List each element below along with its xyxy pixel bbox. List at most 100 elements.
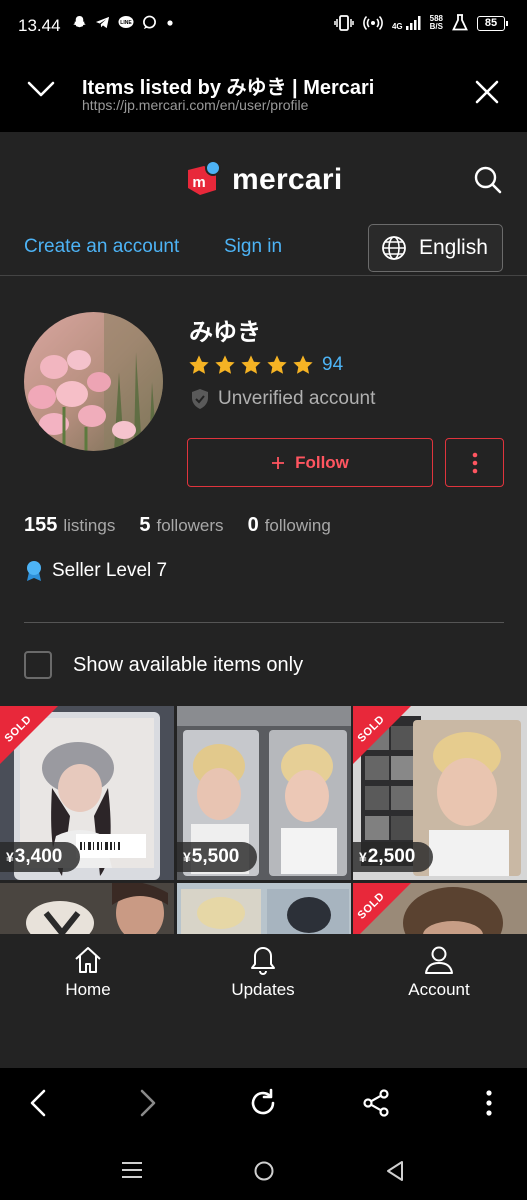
signal-indicator: 4G xyxy=(392,15,421,31)
profile-stats: 155 listings 5 followers 0 following xyxy=(24,514,331,537)
language-label: English xyxy=(419,236,488,259)
back-triangle-icon[interactable] xyxy=(385,1160,405,1182)
search-icon[interactable] xyxy=(473,165,503,195)
hotspot-icon xyxy=(363,15,383,31)
create-account-link[interactable]: Create an account xyxy=(24,236,179,258)
globe-icon xyxy=(382,236,406,260)
close-icon[interactable] xyxy=(475,80,499,104)
nav-account[interactable]: Account xyxy=(379,944,499,1000)
sold-badge: SOLD xyxy=(353,883,411,936)
browser-toolbar xyxy=(0,1068,527,1140)
data-speed: 588 B/S xyxy=(430,15,443,31)
item-tile[interactable] xyxy=(177,883,351,936)
item-tile[interactable]: SOLD ¥2,500 xyxy=(353,706,527,880)
recent-apps-icon[interactable] xyxy=(121,1160,143,1180)
verification-label: Unverified account xyxy=(218,388,376,409)
item-tile[interactable]: SOLD ¥3,400 xyxy=(0,706,174,880)
item-price: ¥2,500 xyxy=(353,842,434,872)
more-vertical-icon xyxy=(472,452,477,473)
nav-updates-label: Updates xyxy=(231,980,295,999)
available-only-filter[interactable]: Show available items only xyxy=(24,651,303,679)
more-vertical-icon[interactable] xyxy=(484,1088,494,1118)
back-arrow-icon[interactable] xyxy=(26,1088,50,1118)
items-grid: SOLD ¥3,400 ¥5,500 SOLD ¥2,500 SOLD xyxy=(0,706,527,936)
system-status-icons: 4G 588 B/S 85 xyxy=(334,14,508,32)
vibrate-icon xyxy=(334,15,354,31)
page-title: Items listed by みゆき | Mercari xyxy=(82,77,375,99)
stat-followers[interactable]: 5 followers xyxy=(139,514,223,537)
logo-text: mercari xyxy=(232,163,343,196)
refresh-icon[interactable] xyxy=(248,1088,278,1118)
stat-label: following xyxy=(264,516,331,535)
sold-badge: SOLD xyxy=(353,706,411,764)
item-tile[interactable] xyxy=(0,883,174,936)
badge-ribbon-icon xyxy=(27,561,41,581)
star-icon xyxy=(267,355,287,374)
rating: 94 xyxy=(188,354,343,376)
mercari-logo-icon: m xyxy=(188,160,221,195)
forward-arrow-icon[interactable] xyxy=(136,1088,160,1118)
snapchat-icon xyxy=(73,15,86,28)
avatar xyxy=(24,312,163,451)
follow-label: Follow xyxy=(295,452,349,472)
price-value: 3,400 xyxy=(14,846,63,867)
stat-value: 0 xyxy=(247,514,259,536)
shield-check-icon xyxy=(192,389,208,409)
available-only-label: Show available items only xyxy=(73,653,304,676)
header-divider xyxy=(0,275,527,276)
item-photo xyxy=(0,883,174,936)
system-navigation-bar xyxy=(0,1140,527,1200)
page-url: https://jp.mercari.com/en/user/profile xyxy=(82,97,309,113)
language-button[interactable]: English xyxy=(368,224,503,272)
chevron-down-icon[interactable] xyxy=(26,80,56,98)
nav-updates[interactable]: Updates xyxy=(203,944,323,1000)
stat-label: listings xyxy=(63,516,116,535)
profile-page: m mercari Create an account Sign in Engl… xyxy=(0,132,527,1068)
star-icon xyxy=(215,355,235,374)
status-bar: 13.44 LINE 4G 588 B/S 85 xyxy=(0,0,527,52)
section-divider xyxy=(24,622,504,623)
telegram-icon xyxy=(95,16,110,29)
currency-symbol: ¥ xyxy=(359,849,367,865)
home-circle-icon[interactable] xyxy=(253,1160,275,1182)
available-only-checkbox[interactable] xyxy=(24,651,52,679)
stat-listings[interactable]: 155 listings xyxy=(24,514,115,537)
nav-home[interactable]: Home xyxy=(28,944,148,1000)
bell-icon xyxy=(251,947,275,975)
sign-in-link[interactable]: Sign in xyxy=(224,236,282,258)
battery-indicator: 85 xyxy=(477,15,508,31)
notification-icons: LINE xyxy=(72,15,175,30)
profile-name: みゆき xyxy=(189,319,261,346)
chat-bubble-icon xyxy=(143,15,156,30)
logo-badge-letter: m xyxy=(192,174,205,191)
tulips-image xyxy=(24,312,163,451)
stat-value: 155 xyxy=(24,514,58,536)
star-icon xyxy=(241,355,261,374)
stat-following[interactable]: 0 following xyxy=(248,514,331,537)
person-icon xyxy=(425,946,453,974)
data-speed-unit: B/S xyxy=(429,22,443,31)
dot-icon xyxy=(167,20,173,26)
currency-symbol: ¥ xyxy=(6,849,14,865)
item-price: ¥3,400 xyxy=(0,842,81,872)
bottom-navigation: Home Updates Account xyxy=(0,934,527,1068)
browser-tab-header: Items listed by みゆき | Mercari https://jp… xyxy=(0,52,527,132)
site-header: m mercari xyxy=(0,132,527,227)
mercari-logo[interactable]: m mercari xyxy=(182,160,343,200)
item-tile[interactable]: SOLD xyxy=(353,883,527,936)
share-icon[interactable] xyxy=(362,1088,390,1118)
svg-text:LINE: LINE xyxy=(120,20,132,26)
price-value: 2,500 xyxy=(367,846,416,867)
seller-level-label: Seller Level 7 xyxy=(52,560,168,581)
more-options-button[interactable] xyxy=(445,438,504,487)
status-time: 13.44 xyxy=(18,16,61,35)
currency-symbol: ¥ xyxy=(183,849,191,865)
follow-button[interactable]: Follow xyxy=(187,438,433,487)
plus-icon xyxy=(272,456,285,469)
item-photo xyxy=(177,883,351,936)
rating-count[interactable]: 94 xyxy=(322,354,343,376)
signal-icon xyxy=(405,16,421,30)
item-tile[interactable]: ¥5,500 xyxy=(177,706,351,880)
flask-icon xyxy=(452,14,468,31)
line-icon: LINE xyxy=(118,16,134,28)
